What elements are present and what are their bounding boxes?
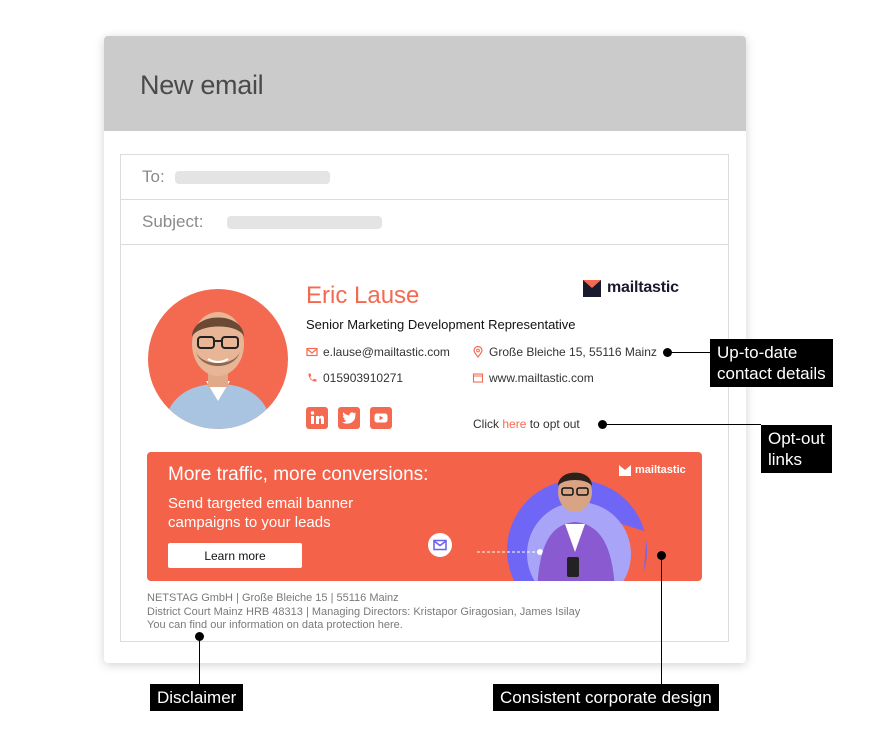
banner-logo: mailtastic <box>619 464 686 476</box>
contact-email[interactable]: e.lause@mailtastic.com <box>306 345 450 359</box>
banner-title: More traffic, more conversions: <box>168 464 429 485</box>
compose-area: To: Subject: Eric Lause Senior Marketing… <box>120 154 729 642</box>
callout-contact-line-2: contact details <box>717 364 826 383</box>
subject-label: Subject: <box>142 212 204 231</box>
mailtastic-logo-icon <box>583 279 601 297</box>
linkedin-button[interactable] <box>306 407 328 429</box>
to-label: To: <box>142 167 165 186</box>
contact-phone[interactable]: 015903910271 <box>306 371 403 385</box>
twitter-button[interactable] <box>338 407 360 429</box>
mailtastic-logo-icon <box>619 464 631 476</box>
phone-text: 015903910271 <box>323 371 404 385</box>
callout-optout-links: Opt-out links <box>761 425 832 473</box>
to-field[interactable]: To: <box>121 155 728 200</box>
company-logo[interactable]: mailtastic <box>583 279 679 297</box>
to-input-placeholder[interactable] <box>175 171 330 184</box>
contact-website[interactable]: www.mailtastic.com <box>472 371 594 385</box>
callout-optout-line-2: links <box>768 450 803 469</box>
disclaimer-line-3[interactable]: You can find our information on data pro… <box>147 619 580 633</box>
callout-optout-line-1: Opt-out <box>768 429 825 448</box>
signature-name: Eric Lause <box>306 282 420 309</box>
banner-subtitle: Send targeted email banner campaigns to … <box>168 495 354 531</box>
disclaimer: NETSTAG GmbH | Große Bleiche 15 | 55116 … <box>147 592 580 633</box>
website-text: www.mailtastic.com <box>489 371 594 385</box>
contact-address: Große Bleiche 15, 55116 Mainz <box>472 345 657 359</box>
banner-logo-text: mailtastic <box>635 464 686 476</box>
banner-illustration <box>477 472 647 581</box>
optout-suffix: to opt out <box>526 417 580 431</box>
window-header: New email <box>104 36 746 131</box>
avatar <box>148 289 288 429</box>
phone-icon <box>308 373 317 382</box>
disclaimer-line-2: District Court Mainz HRB 48313 | Managin… <box>147 605 581 618</box>
learn-more-button[interactable]: Learn more <box>168 543 302 568</box>
envelope-icon <box>306 347 318 357</box>
email-text: e.lause@mailtastic.com <box>323 345 450 359</box>
subject-field[interactable]: Subject: <box>121 200 728 245</box>
callout-contact-details: Up-to-date contact details <box>710 339 833 387</box>
website-icon <box>472 373 484 383</box>
optout-prefix: Click <box>473 417 503 431</box>
callout-line-disclaimer <box>199 637 200 684</box>
signature-role: Senior Marketing Development Representat… <box>306 317 576 332</box>
marketing-banner[interactable]: More traffic, more conversions: Send tar… <box>147 452 702 581</box>
callout-disclaimer: Disclaimer <box>150 684 244 711</box>
callout-line-contact <box>668 352 710 353</box>
callout-line-optout <box>603 424 761 425</box>
optout-link[interactable]: here <box>502 417 526 431</box>
envelope-icon <box>433 539 447 551</box>
email-compose-window: New email To: Subject: Eric Lause Senior… <box>104 36 746 663</box>
linkedin-icon <box>310 411 324 424</box>
callout-line-design <box>661 556 662 684</box>
window-title: New email <box>140 70 264 100</box>
optout-text: Click here to opt out <box>473 417 580 431</box>
twitter-icon <box>342 412 356 424</box>
youtube-button[interactable] <box>370 407 392 429</box>
mail-bubble <box>428 533 452 557</box>
logo-text: mailtastic <box>607 279 679 296</box>
callout-contact-line-1: Up-to-date <box>717 343 798 362</box>
callout-corporate-design: Consistent corporate design <box>493 684 719 711</box>
youtube-icon <box>374 413 388 423</box>
person-photo-icon <box>163 312 273 429</box>
subject-input-placeholder[interactable] <box>227 216 382 229</box>
location-pin-icon <box>473 346 483 358</box>
address-text: Große Bleiche 15, 55116 Mainz <box>489 345 657 359</box>
disclaimer-line-1: NETSTAG GmbH | Große Bleiche 15 | 55116 … <box>147 592 399 604</box>
